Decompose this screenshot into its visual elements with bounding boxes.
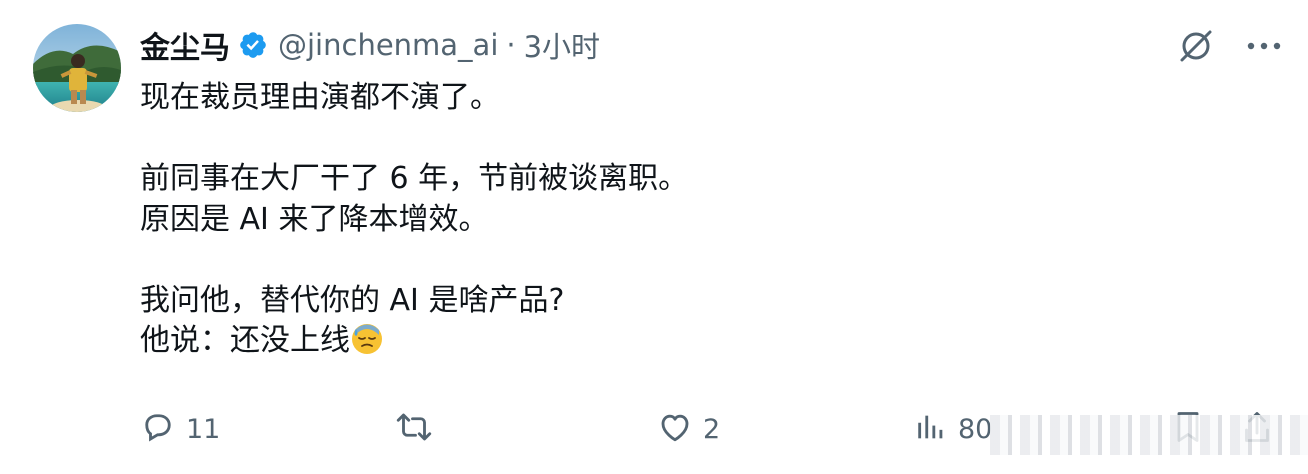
- grok-icon[interactable]: [1176, 26, 1216, 66]
- like-count: 2: [703, 413, 721, 445]
- retweet-button[interactable]: [394, 404, 444, 454]
- tweet-line: 他说：还没上线: [140, 323, 350, 358]
- avatar[interactable]: [33, 24, 121, 112]
- tweet-header: 金尘马 @jinchenma_ai · 3小时: [140, 22, 600, 68]
- reply-count: 11: [186, 413, 221, 445]
- like-icon: [657, 409, 693, 449]
- verified-badge-icon: [238, 30, 268, 60]
- tweet-text: 现在裁员理由演都不演了。 前同事在大厂干了 6 年，节前被谈离职。 原因是 AI…: [140, 78, 1240, 362]
- views-count: 80: [958, 413, 993, 445]
- like-button[interactable]: 2: [657, 404, 720, 454]
- reply-icon: [140, 409, 176, 449]
- tweet-line: 原因是 AI 来了降本增效。: [140, 201, 489, 237]
- timestamp[interactable]: 3小时: [524, 24, 600, 66]
- views-button[interactable]: 80: [914, 404, 992, 454]
- top-actions: [1176, 26, 1284, 66]
- sweat-emoji-icon: [350, 321, 384, 355]
- separator-dot: ·: [506, 28, 516, 62]
- tweet-line: 现在裁员理由演都不演了。: [140, 80, 500, 115]
- retweet-icon: [394, 409, 434, 449]
- more-icon[interactable]: [1244, 26, 1284, 66]
- tweet-card: 金尘马 @jinchenma_ai · 3小时 现在裁员理由演都不演了。 前同事…: [0, 0, 1308, 474]
- blurred-overlay: [990, 415, 1308, 455]
- tweet-line: 我问他，替代你的 AI 是啥产品?: [140, 282, 565, 318]
- reply-button[interactable]: 11: [140, 404, 220, 454]
- views-icon: [914, 410, 948, 448]
- author-handle[interactable]: @jinchenma_ai: [278, 28, 498, 62]
- avatar-photo: [33, 24, 121, 112]
- display-name[interactable]: 金尘马: [140, 23, 230, 67]
- tweet-line: 前同事在大厂干了 6 年，节前被谈离职。: [140, 161, 689, 196]
